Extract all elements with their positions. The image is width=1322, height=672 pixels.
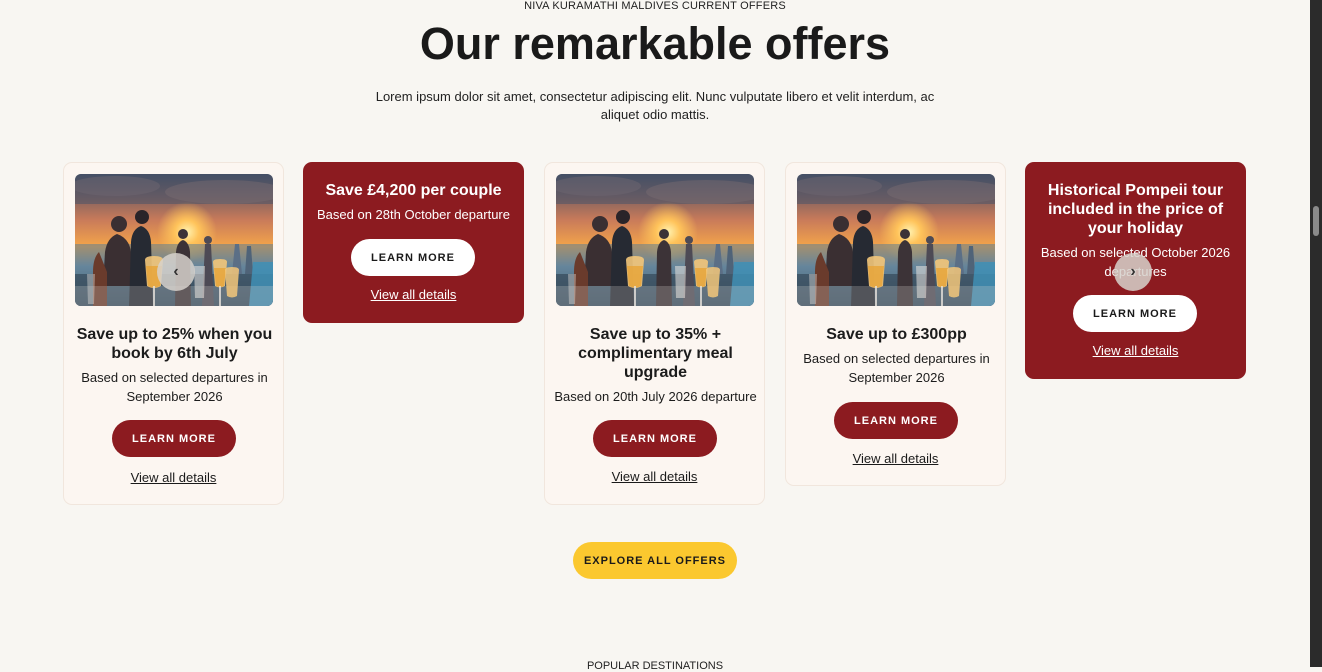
- offer-title: Historical Pompeii tour included in the …: [1047, 182, 1224, 237]
- section-intro: Lorem ipsum dolor sit amet, consectetur …: [375, 89, 935, 122]
- carousel-next-button[interactable]: ›: [1114, 253, 1152, 291]
- next-section-eyebrow: POPULAR DESTINATIONS: [586, 660, 724, 672]
- section-eyebrow: NIVA KURAMATHI MALDIVES CURRENT OFFERS: [524, 0, 786, 12]
- learn-more-button[interactable]: LEARN MORE: [834, 402, 958, 439]
- offer-subtitle: Based on selected departures in Septembe…: [81, 370, 268, 404]
- offer-subtitle: Based on 28th October departure: [317, 207, 510, 222]
- offer-card: Save up to 35% + complimentary meal upgr…: [544, 162, 765, 505]
- offer-image: [556, 174, 754, 306]
- view-details-link[interactable]: View all details: [545, 469, 764, 484]
- offer-card: Save £4,200 per couple Based on 28th Oct…: [303, 162, 524, 323]
- view-details-link[interactable]: View all details: [1025, 343, 1246, 358]
- offer-subtitle: Based on 20th July 2026 departure: [554, 389, 757, 404]
- learn-more-button[interactable]: LEARN MORE: [112, 420, 236, 457]
- chevron-left-icon: ‹: [173, 263, 179, 280]
- learn-more-button[interactable]: LEARN MORE: [593, 420, 717, 457]
- offer-card: Save up to 25% when you book by 6th July…: [63, 162, 284, 505]
- learn-more-button[interactable]: LEARN MORE: [1073, 295, 1197, 332]
- offer-title: Save up to 25% when you book by 6th July: [76, 326, 273, 362]
- page-scrollbar[interactable]: [1310, 0, 1322, 667]
- explore-all-offers-button[interactable]: EXPLORE ALL OFFERS: [573, 542, 737, 579]
- carousel-prev-button[interactable]: ‹: [157, 253, 195, 291]
- offer-title: Save up to 35% + complimentary meal upgr…: [578, 326, 733, 381]
- view-details-link[interactable]: View all details: [64, 470, 283, 485]
- view-details-link[interactable]: View all details: [303, 287, 524, 302]
- offer-subtitle: Based on selected departures in Septembe…: [803, 351, 990, 385]
- offer-title: Save up to £300pp: [826, 326, 967, 343]
- learn-more-button[interactable]: LEARN MORE: [351, 239, 475, 276]
- section-title: Our remarkable offers: [419, 18, 891, 69]
- offer-title: Save £4,200 per couple: [325, 182, 502, 199]
- offer-card: Save up to £300pp Based on selected depa…: [785, 162, 1006, 486]
- scrollbar-thumb[interactable]: [1313, 206, 1319, 236]
- offer-image: [797, 174, 995, 306]
- chevron-right-icon: ›: [1130, 263, 1136, 280]
- view-details-link[interactable]: View all details: [786, 451, 1005, 466]
